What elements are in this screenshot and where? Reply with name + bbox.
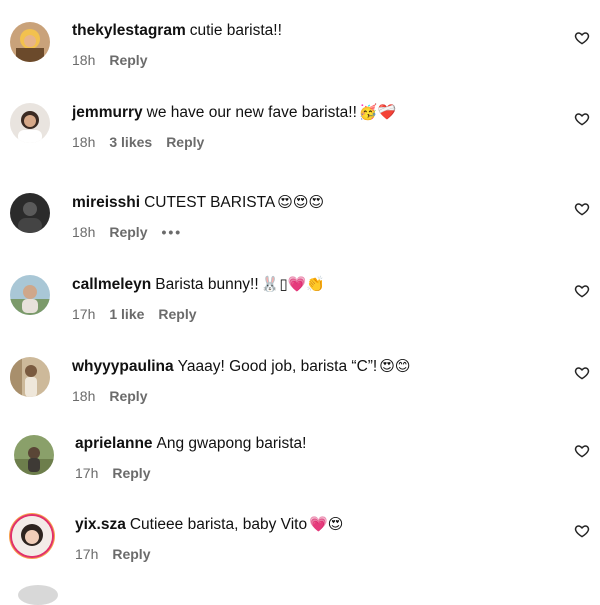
comment-meta: 18h Reply ••• — [72, 224, 550, 240]
comment-line: jemmurry we have our new fave barista!! 🥳❤… — [72, 103, 550, 122]
heart-outline-icon[interactable] — [574, 283, 590, 299]
comment-username[interactable]: whyyypaulina — [72, 358, 174, 375]
comment-body: whyyypaulina Yaaay! Good job, barista “C”… — [72, 357, 550, 404]
likes-count[interactable]: 1 like — [109, 306, 144, 322]
avatar[interactable] — [10, 357, 50, 397]
comment-body: callmeleyn Barista bunny!! 🐰▯💗👏 17h 1 like R… — [72, 275, 550, 322]
emoji-group: 😍😍😍 — [277, 193, 325, 211]
comment-item: jemmurry we have our new fave barista!! 🥳❤… — [0, 103, 600, 173]
heart-outline-icon[interactable] — [574, 365, 590, 381]
comment-text: Ang gwapong barista! — [156, 435, 307, 452]
comment-line: aprielanne Ang gwapong barista! — [75, 435, 550, 453]
comment-line: whyyypaulina Yaaay! Good job, barista “C”… — [72, 357, 550, 376]
comment-username[interactable]: thekylestagram — [72, 22, 186, 39]
comment-time: 18h — [72, 52, 96, 68]
comment-line: yix.sza Cutieee barista, baby Vito 💗😍 — [75, 515, 550, 534]
comment-text: CUTEST BARISTA — [144, 194, 276, 211]
comment-item: mireisshi CUTEST BARISTA 😍😍😍 18h Reply ••• — [0, 193, 600, 263]
reply-button[interactable]: Reply — [158, 306, 196, 322]
comment-item: callmeleyn Barista bunny!! 🐰▯💗👏 17h 1 like R… — [0, 275, 600, 345]
heart-outline-icon[interactable] — [574, 443, 590, 459]
reply-button[interactable]: Reply — [112, 465, 150, 481]
comment-item: thekylestagram cutie barista!! 18h Reply — [0, 22, 600, 92]
comment-meta: 17h Reply — [75, 465, 550, 481]
reply-button[interactable]: Reply — [109, 224, 147, 240]
reply-button[interactable]: Reply — [166, 134, 204, 150]
emoji-group: 💗😍 — [309, 515, 344, 533]
comment-time: 17h — [75, 465, 99, 481]
avatar[interactable] — [10, 103, 50, 143]
avatar[interactable] — [14, 435, 54, 475]
comment-meta: 17h 1 like Reply — [72, 306, 550, 322]
emoji-group: 😍😊 — [379, 357, 411, 375]
likes-count[interactable]: 3 likes — [109, 134, 152, 150]
comment-body: jemmurry we have our new fave barista!! 🥳❤… — [72, 103, 550, 150]
comment-text: cutie barista!! — [189, 22, 282, 39]
comment-time: 18h — [72, 224, 96, 240]
comment-meta: 18h Reply — [72, 388, 550, 404]
comment-line: mireisshi CUTEST BARISTA 😍😍😍 — [72, 193, 550, 212]
emoji-group: 🥳❤️‍🩹 — [358, 103, 397, 121]
more-options-icon[interactable]: ••• — [161, 224, 182, 240]
comment-time: 18h — [72, 134, 96, 150]
reply-button[interactable]: Reply — [112, 546, 150, 562]
comment-time: 17h — [75, 546, 99, 562]
comment-item: yix.sza Cutieee barista, baby Vito 💗😍 17h R… — [0, 515, 600, 585]
comment-meta: 18h 3 likes Reply — [72, 134, 550, 150]
comment-text: we have our new fave barista!! — [146, 104, 357, 121]
heart-outline-icon[interactable] — [574, 523, 590, 539]
comment-text: Yaaay! Good job, barista “C”! — [177, 358, 378, 375]
emoji-group: 🐰▯💗👏 — [260, 275, 325, 293]
next-comment-avatar-partial — [18, 585, 58, 605]
avatar[interactable] — [10, 193, 50, 233]
comment-time: 18h — [72, 388, 96, 404]
comment-username[interactable]: mireisshi — [72, 194, 140, 211]
avatar[interactable] — [10, 22, 50, 62]
comment-time: 17h — [72, 306, 96, 322]
comment-username[interactable]: aprielanne — [75, 435, 153, 452]
comment-line: thekylestagram cutie barista!! — [72, 22, 550, 40]
reply-button[interactable]: Reply — [109, 388, 147, 404]
avatar-with-story-ring[interactable] — [12, 516, 52, 556]
comment-text: Cutieee barista, baby Vito — [129, 516, 308, 533]
comment-line: callmeleyn Barista bunny!! 🐰▯💗👏 — [72, 275, 550, 294]
comment-username[interactable]: callmeleyn — [72, 276, 151, 293]
comment-body: yix.sza Cutieee barista, baby Vito 💗😍 17h R… — [75, 515, 550, 562]
reply-button[interactable]: Reply — [109, 52, 147, 68]
comment-body: aprielanne Ang gwapong barista! 17h Reply — [75, 435, 550, 481]
heart-outline-icon[interactable] — [574, 201, 590, 217]
comment-body: thekylestagram cutie barista!! 18h Reply — [72, 22, 550, 68]
heart-outline-icon[interactable] — [574, 111, 590, 127]
comment-username[interactable]: yix.sza — [75, 516, 126, 533]
avatar[interactable] — [10, 275, 50, 315]
comment-item: aprielanne Ang gwapong barista! 17h Reply — [0, 435, 600, 505]
comment-body: mireisshi CUTEST BARISTA 😍😍😍 18h Reply ••• — [72, 193, 550, 240]
comment-text: Barista bunny!! — [155, 276, 259, 293]
comment-meta: 17h Reply — [75, 546, 550, 562]
comment-item: whyyypaulina Yaaay! Good job, barista “C”… — [0, 357, 600, 427]
comment-username[interactable]: jemmurry — [72, 104, 143, 121]
comment-meta: 18h Reply — [72, 52, 550, 68]
heart-outline-icon[interactable] — [574, 30, 590, 46]
